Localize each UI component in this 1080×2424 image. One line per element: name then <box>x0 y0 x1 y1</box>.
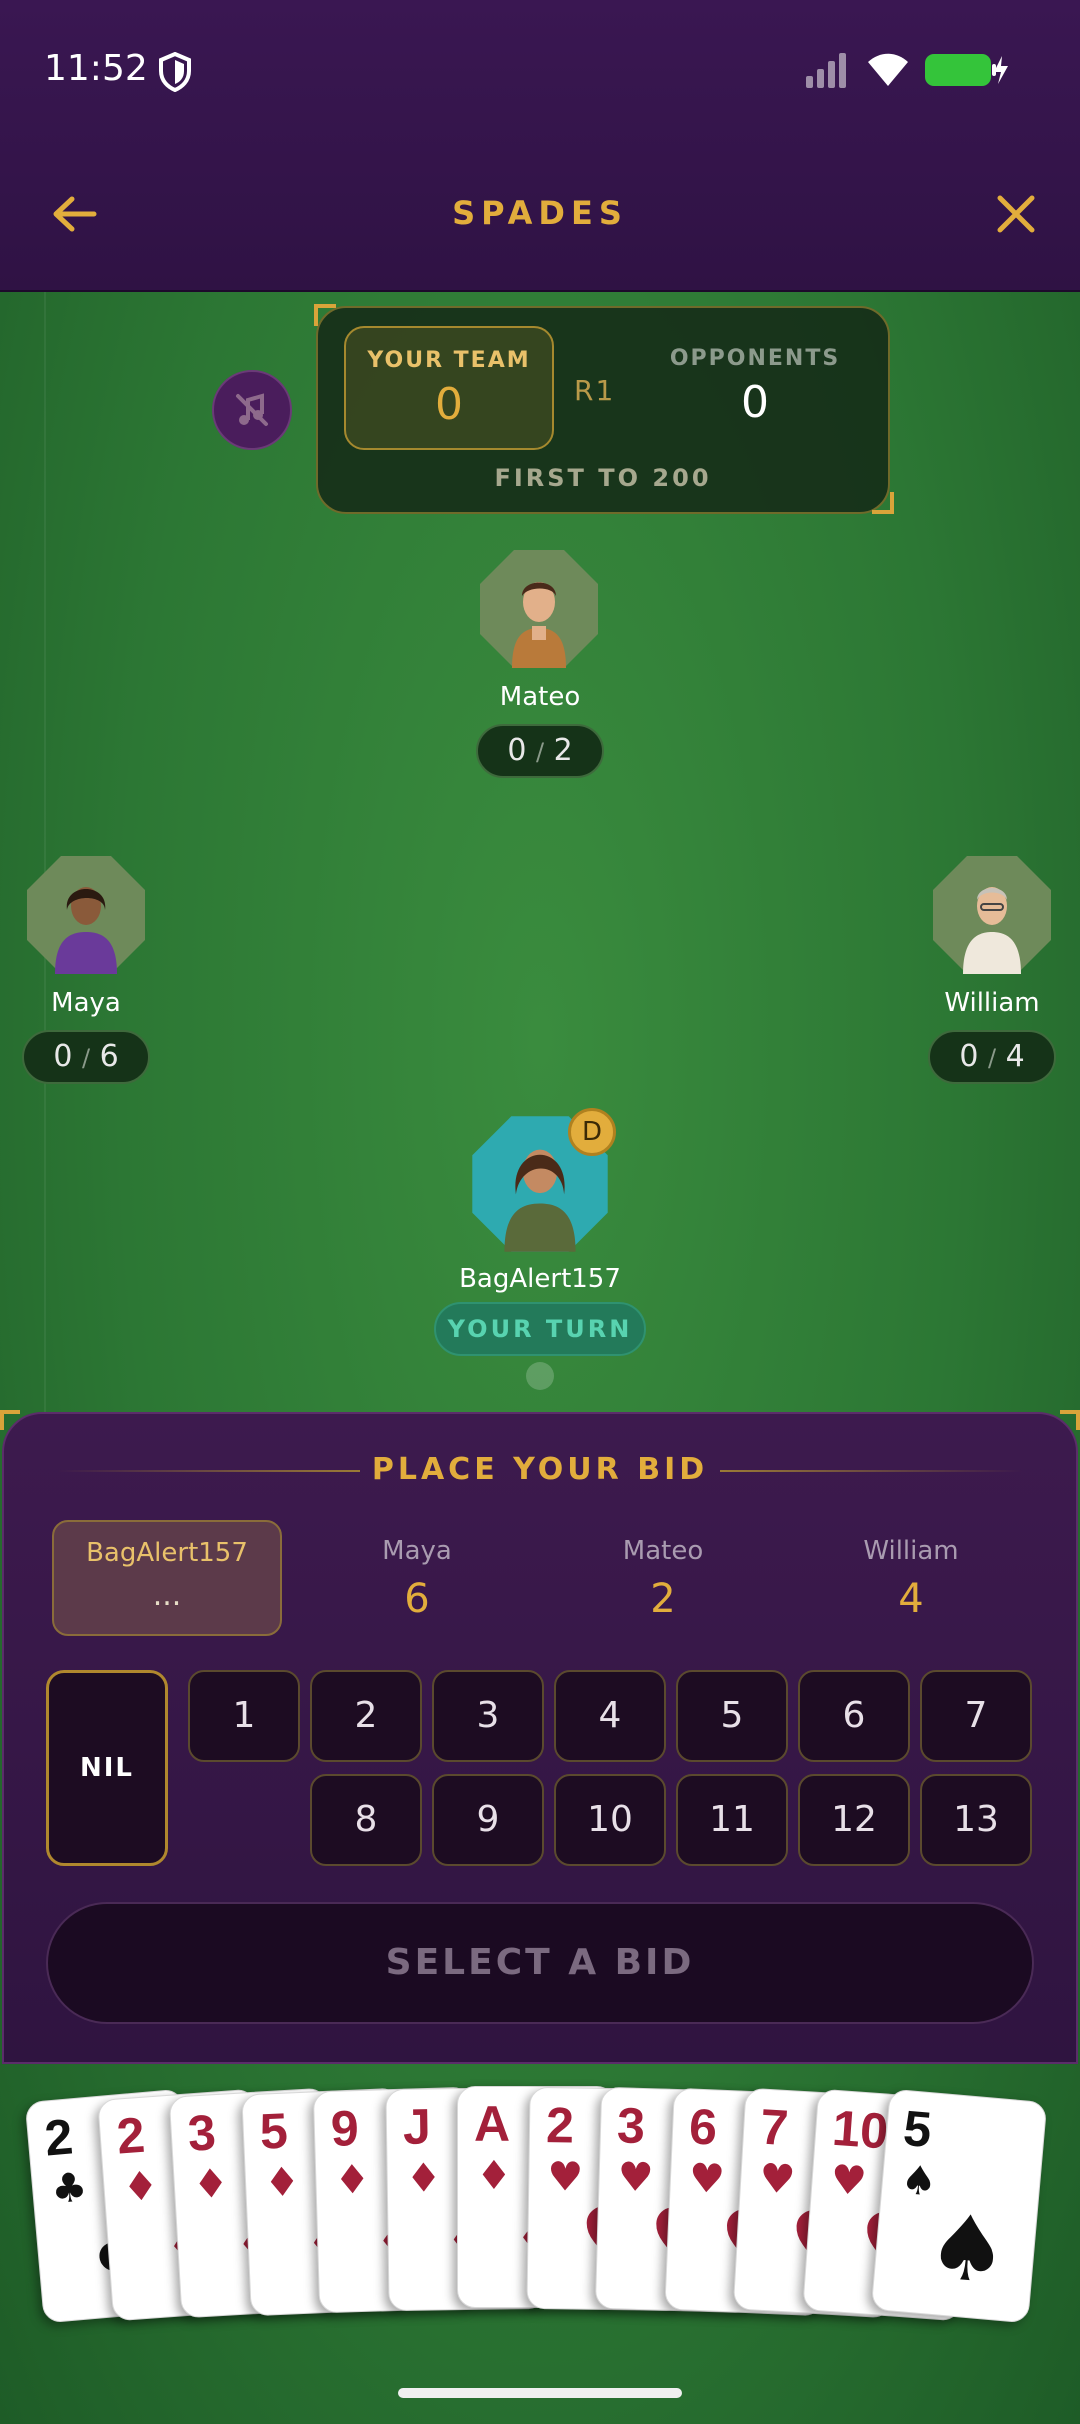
dealer-badge: D <box>568 1108 616 1156</box>
home-indicator[interactable] <box>398 2388 682 2398</box>
card-rank: 3 <box>186 2104 218 2162</box>
player-tricks-mateo: 0 / 2 <box>476 724 604 778</box>
tricks-bid: 2 <box>553 733 573 768</box>
player-avatar-maya <box>27 856 145 974</box>
bid-nil-button[interactable]: NIL <box>46 1670 168 1866</box>
game-title: SPADES <box>452 194 628 232</box>
bidder-name: BagAlert157 <box>86 1538 248 1568</box>
bidder-bid: ... <box>152 1578 182 1613</box>
player-name-maya: Maya <box>51 988 121 1018</box>
wifi-icon <box>868 53 908 86</box>
your-team-score: YOUR TEAM 0 <box>344 326 554 450</box>
tricks-separator: / <box>535 738 545 766</box>
bidder-mateo: Mateo 2 <box>548 1520 778 1636</box>
player-avatar-mateo <box>480 550 598 668</box>
your-turn-badge: YOUR TURN <box>434 1302 646 1356</box>
card-rank: 2 <box>42 2108 76 2167</box>
card-suit-icon: ♦ <box>120 2162 160 2211</box>
mute-music-button[interactable] <box>212 370 292 450</box>
tricks-won: 0 <box>959 1039 979 1074</box>
bid-option-2[interactable]: 2 <box>310 1670 422 1762</box>
bidder-name: Maya <box>382 1536 452 1566</box>
card-suit-icon: ♦ <box>476 2153 512 2199</box>
table-divider <box>44 292 46 1412</box>
goal-label: FIRST TO 200 <box>494 464 712 492</box>
player-tricks-william: 0 / 4 <box>928 1030 1056 1084</box>
music-off-icon <box>236 393 268 426</box>
card-suit-icon: ♦ <box>333 2156 371 2204</box>
card-suit-icon: ♣ <box>49 2164 90 2214</box>
tricks-separator: / <box>81 1044 91 1072</box>
card-rank: 9 <box>330 2100 360 2157</box>
card-rank: 5 <box>901 2099 934 2159</box>
bidder-bid: 2 <box>650 1576 676 1622</box>
player-name-mateo: Mateo <box>499 682 581 712</box>
card-rank: 6 <box>687 2097 718 2156</box>
cell-signal-icon <box>806 53 846 88</box>
card-suit-icon: ♦ <box>191 2160 231 2209</box>
page-indicator-dot <box>526 1362 554 1390</box>
bid-option-11[interactable]: 11 <box>676 1774 788 1866</box>
bid-panel-corner <box>0 1410 20 1430</box>
card-rank: 5 <box>258 2102 289 2160</box>
bidder-name: Mateo <box>622 1536 704 1566</box>
bid-option-6[interactable]: 6 <box>798 1670 910 1762</box>
bid-option-4[interactable]: 4 <box>554 1670 666 1762</box>
bidder-bid: 6 <box>404 1576 430 1622</box>
scoreboard-corner <box>314 304 336 326</box>
your-team-label: YOUR TEAM <box>367 348 531 373</box>
card-rank: 2 <box>545 2096 574 2154</box>
hand-card[interactable]: 5 ♠ ♠ <box>870 2088 1048 2324</box>
bidder-william: William 4 <box>796 1520 1026 1636</box>
status-time: 11:52 <box>44 48 148 89</box>
bid-option-5[interactable]: 5 <box>676 1670 788 1762</box>
card-rank: 3 <box>616 2097 646 2155</box>
opponents-value: 0 <box>741 377 769 428</box>
player-name-me: BagAlert157 <box>459 1264 621 1294</box>
tricks-won: 0 <box>53 1039 73 1074</box>
card-rank: 10 <box>829 2099 890 2160</box>
opponents-score: OPPONENTS 0 <box>640 326 870 450</box>
shield-icon <box>159 52 191 92</box>
card-rank: A <box>474 2096 511 2152</box>
battery-charging-icon <box>925 54 1008 86</box>
player-tricks-maya: 0 / 6 <box>22 1030 150 1084</box>
bid-option-1[interactable]: 1 <box>188 1670 300 1762</box>
bidder-me: BagAlert157 ... <box>52 1520 282 1636</box>
bid-panel-title: PLACE YOUR BID <box>371 1452 709 1487</box>
bid-option-10[interactable]: 10 <box>554 1774 666 1866</box>
select-bid-button[interactable]: SELECT A BID <box>46 1902 1034 2024</box>
bidder-maya: Maya 6 <box>302 1520 532 1636</box>
your-team-value: 0 <box>435 379 463 430</box>
tricks-bid: 6 <box>99 1039 119 1074</box>
card-rank: 7 <box>758 2098 790 2157</box>
scoreboard-corner <box>872 492 894 514</box>
player-avatar-william <box>933 856 1051 974</box>
tricks-won: 0 <box>507 733 527 768</box>
player-name-william: William <box>944 988 1040 1018</box>
card-suit-icon: ♦ <box>404 2154 442 2202</box>
bid-option-7[interactable]: 7 <box>920 1670 1032 1762</box>
bid-option-3[interactable]: 3 <box>432 1670 544 1762</box>
player-hand: 2♣♣2♦♦3♦♦5♦♦9♦♦J♦♦A♦♦2♥♥3♥♥6♥♥7♥♥10♥♥5♠♠ <box>0 2070 1080 2330</box>
bid-option-8[interactable]: 8 <box>310 1774 422 1866</box>
bid-option-13[interactable]: 13 <box>920 1774 1032 1866</box>
bid-option-12[interactable]: 12 <box>798 1774 910 1866</box>
card-center-suit-icon: ♠ <box>922 2193 1013 2306</box>
bid-option-9[interactable]: 9 <box>432 1774 544 1866</box>
bid-panel-corner <box>1060 1410 1080 1430</box>
opponents-label: OPPONENTS <box>669 346 841 371</box>
round-label: R1 <box>574 374 616 407</box>
card-suit-icon: ♦ <box>262 2158 301 2207</box>
card-rank: J <box>402 2098 431 2155</box>
card-suit-icon: ♥ <box>546 2153 584 2201</box>
bidder-bid: 4 <box>898 1576 924 1622</box>
card-rank: 2 <box>114 2106 147 2165</box>
tricks-separator: / <box>987 1044 997 1072</box>
tricks-bid: 4 <box>1005 1039 1025 1074</box>
bidder-name: William <box>863 1536 959 1566</box>
app-header: 11:52 SPADES <box>0 0 1080 292</box>
close-icon[interactable] <box>994 192 1038 236</box>
